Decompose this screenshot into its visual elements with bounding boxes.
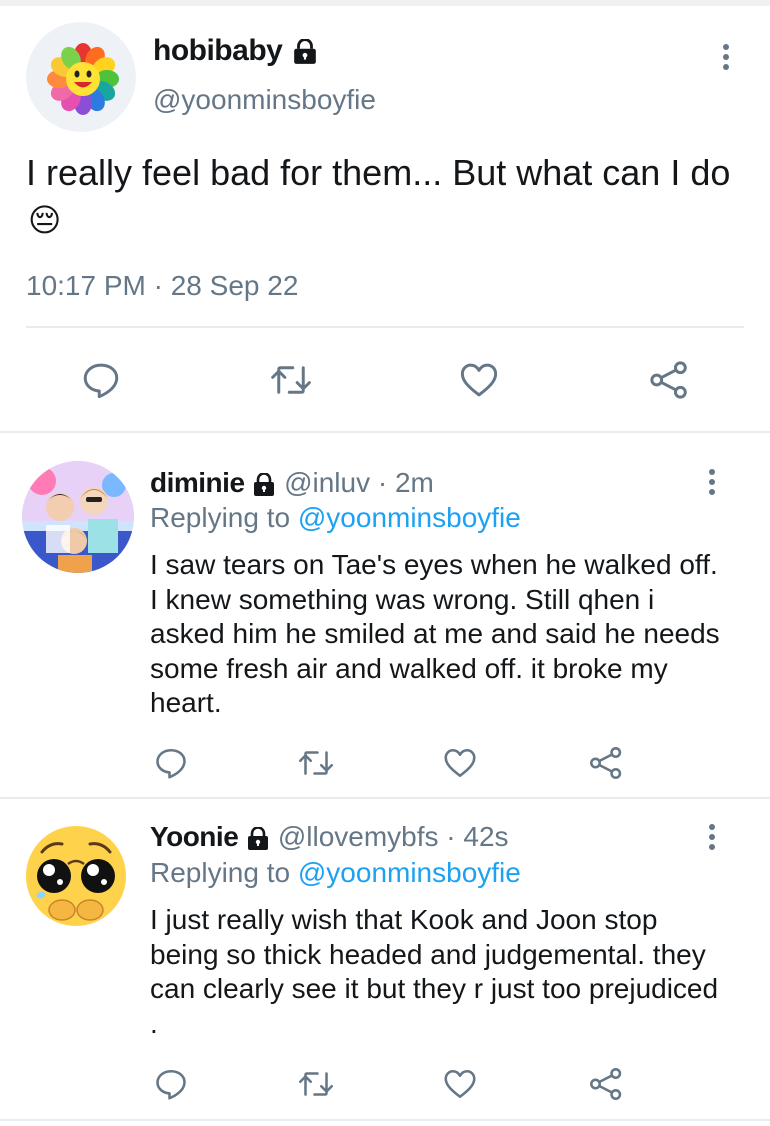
display-name[interactable]: hobibaby: [153, 34, 318, 68]
replying-to-link[interactable]: @yoonminsboyfie: [298, 857, 521, 888]
more-icon[interactable]: [702, 469, 722, 499]
reply-icon: [156, 1069, 186, 1100]
avatar[interactable]: [20, 818, 132, 930]
like-icon: [444, 748, 476, 778]
share-button[interactable]: [647, 359, 691, 401]
like-button[interactable]: [441, 745, 479, 781]
share-icon: [590, 747, 622, 779]
user-handle[interactable]: @yoonminsboyfie: [153, 84, 376, 116]
user-handle[interactable]: @inluv: [284, 467, 370, 498]
like-button[interactable]: [441, 1066, 479, 1102]
reply-text: I saw tears on Tae's eyes when he walked…: [150, 549, 720, 718]
more-icon[interactable]: [716, 44, 736, 74]
retweet-button[interactable]: [295, 745, 337, 781]
replying-to: Replying to @yoonminsboyfie: [150, 857, 521, 889]
retweet-icon: [298, 1072, 334, 1096]
meta-separator: ·: [438, 821, 464, 852]
share-icon: [590, 1068, 622, 1100]
retweet-button[interactable]: [267, 359, 315, 401]
reply-header: diminie @inluv · 2m: [150, 467, 434, 499]
lock-icon: [294, 39, 317, 64]
tweet-body: I really feel bad for them... But what c…: [26, 152, 731, 193]
like-icon: [444, 1069, 476, 1099]
flower-smiley-avatar: [26, 22, 136, 132]
reply-time[interactable]: 42s: [463, 821, 508, 852]
avatar[interactable]: [22, 461, 134, 573]
tweet-divider: [0, 1119, 770, 1121]
retweet-icon: [298, 751, 334, 775]
avatar[interactable]: [26, 22, 136, 132]
more-icon[interactable]: [702, 824, 722, 854]
group-photo-avatar: [22, 461, 134, 573]
reply-header: Yoonie @llovemybfs · 42s: [150, 821, 509, 853]
reply-text: I just really wish that Kook and Joon st…: [150, 904, 719, 1039]
like-button[interactable]: [457, 359, 501, 401]
replying-to: Replying to @yoonminsboyfie: [150, 502, 521, 534]
share-button[interactable]: [587, 1066, 625, 1102]
display-name[interactable]: Yoonie: [150, 821, 239, 852]
meta-separator: ·: [370, 467, 395, 498]
tweet-timestamp[interactable]: 10:17 PM · 28 Sep 22: [26, 270, 298, 302]
reply-time[interactable]: 2m: [395, 467, 434, 498]
pensive-emoji: 😔: [28, 201, 62, 239]
share-icon: [650, 361, 687, 399]
reply-button[interactable]: [152, 1066, 190, 1102]
divider: [26, 326, 744, 328]
retweet-button[interactable]: [295, 1066, 337, 1102]
like-icon: [460, 363, 498, 397]
reply-button[interactable]: [152, 745, 190, 781]
replying-to-link[interactable]: @yoonminsboyfie: [298, 502, 521, 533]
display-name[interactable]: diminie: [150, 467, 245, 498]
tweet-divider: [0, 431, 770, 433]
display-name-text[interactable]: hobibaby: [153, 34, 283, 67]
top-divider: [0, 0, 770, 6]
lock-icon: [248, 826, 269, 850]
reply-icon: [156, 748, 186, 779]
crying-emoji-avatar: [20, 818, 132, 930]
share-button[interactable]: [587, 745, 625, 781]
reply-button[interactable]: [80, 359, 122, 401]
user-handle[interactable]: @llovemybfs: [278, 821, 439, 852]
tweet-divider: [0, 797, 770, 799]
replying-prefix: Replying to: [150, 857, 291, 888]
lock-icon: [254, 472, 275, 496]
tweet-text: I really feel bad for them... But what c…: [26, 150, 746, 243]
retweet-icon: [271, 366, 311, 394]
replying-prefix: Replying to: [150, 502, 291, 533]
reply-icon: [83, 363, 119, 399]
